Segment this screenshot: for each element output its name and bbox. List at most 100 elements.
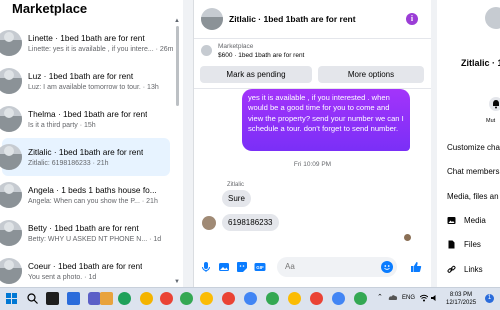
conversation-preview: Linette: yes it is available , if you in… (28, 46, 174, 53)
chrome-icon[interactable] (354, 292, 367, 305)
chat-avatar[interactable] (201, 8, 223, 30)
chrome-icon[interactable] (160, 292, 173, 305)
chrome-icon[interactable] (140, 292, 153, 305)
chat-members-item[interactable]: Chat members (447, 167, 499, 176)
notification-badge[interactable]: 1 (485, 294, 494, 303)
listing-label: Marketplace (218, 43, 254, 50)
sender-name: Zitlalic (227, 182, 245, 188)
conversation-scrollbar[interactable] (176, 26, 179, 106)
message-input[interactable] (285, 262, 375, 271)
gif-icon[interactable]: GIF (254, 261, 266, 273)
conversation-preview: Betty: WHY U ASKED NT PHONE N... · 1d (28, 236, 162, 243)
files-item[interactable]: Files (464, 240, 481, 249)
mute-label: Mut (486, 118, 496, 124)
bell-icon[interactable] (489, 97, 500, 111)
clock-date: 12/17/2025 (446, 300, 477, 306)
windows-start-icon[interactable] (6, 293, 17, 304)
chrome-icon[interactable] (288, 292, 301, 305)
chat-title[interactable]: Zitlalic · 1bed 1bath are for rent (229, 14, 356, 24)
scroll-up-arrow-icon[interactable]: ▲ (174, 18, 180, 24)
sender-avatar (202, 216, 216, 230)
wifi-icon[interactable] (419, 294, 429, 302)
read-receipt-avatar (404, 234, 411, 241)
scroll-down-arrow-icon[interactable]: ▼ (174, 279, 180, 285)
avatar (0, 106, 22, 132)
contact-name: Zitlalic · 1bed (461, 58, 500, 68)
conversation-name: Angela · 1 beds 1 baths house fo... (28, 185, 157, 195)
message-timestamp: Fri 10:09 PM (293, 161, 332, 168)
conversation-preview: Zitlalic: 6198186233 · 21h (28, 160, 109, 167)
avatar (0, 144, 22, 170)
links-item[interactable]: Links (464, 265, 483, 274)
language-indicator[interactable]: ENG (402, 295, 415, 301)
conversation-item[interactable]: Coeur · 1bed 1bath are for rent You sent… (0, 252, 172, 287)
conversation-name: Coeur · 1bed 1bath are for rent (28, 261, 143, 271)
marketplace-panel: Marketplace ▲ ▼ Linette · 1bed 1bath are… (0, 0, 183, 287)
message-thread: yes it is available , if you interested … (194, 89, 431, 251)
chrome-icon[interactable] (180, 292, 193, 305)
volume-icon[interactable] (431, 294, 439, 302)
info-icon[interactable]: i (406, 13, 418, 25)
listing-subtitle[interactable]: $600 · 1bed 1bath are for rent (218, 52, 304, 59)
avatar (0, 258, 22, 284)
message-composer: GIF (194, 251, 431, 287)
clock-time: 8:03 PM (449, 292, 473, 298)
chat-panel: Zitlalic · 1bed 1bath are for rent i Mar… (193, 0, 431, 287)
sticker-icon[interactable] (236, 261, 248, 273)
conversation-name: Luz · 1bed 1bath are for rent (28, 71, 134, 81)
chrome-icon[interactable] (222, 292, 235, 305)
details-panel: Zitlalic · 1bed Mut Customize cha Chat m… (437, 0, 500, 287)
conversation-name: Betty · 1bed 1bath are for rent (28, 223, 139, 233)
conversation-name: Zitlalic · 1bed 1bath are for rent (28, 147, 144, 157)
widgets-icon[interactable] (67, 292, 80, 305)
avatar (0, 68, 22, 94)
file-icon (447, 240, 456, 249)
outgoing-message[interactable]: yes it is available , if you interested … (242, 89, 410, 151)
chrome-icon[interactable] (310, 292, 323, 305)
chrome-icon[interactable] (244, 292, 257, 305)
conversation-name: Linette · 1bed 1bath are for rent (28, 33, 145, 43)
conversation-item-active[interactable]: Zitlalic · 1bed 1bath are for rent Zitla… (0, 138, 170, 176)
conversation-item[interactable]: Thelma · 1bed 1bath are for rent Is it a… (0, 100, 172, 138)
more-options-button[interactable]: More options (318, 66, 424, 83)
conversation-item[interactable]: Linette · 1bed 1bath are for rent Linett… (0, 24, 174, 62)
chat-header: Zitlalic · 1bed 1bath are for rent i (194, 0, 431, 39)
task-view-icon[interactable] (46, 292, 59, 305)
listing-card: Marketplace $600 · 1bed 1bath are for re… (194, 38, 431, 89)
emoji-icon[interactable] (381, 261, 393, 273)
media-icon (447, 216, 456, 225)
customize-chat-item[interactable]: Customize cha (447, 143, 500, 152)
svg-text:GIF: GIF (256, 265, 264, 270)
conversation-preview: Luz: I am available tomorrow to tour. · … (28, 84, 159, 91)
thumbs-up-icon[interactable] (410, 261, 422, 273)
mark-as-pending-button[interactable]: Mark as pending (200, 66, 312, 83)
media-item[interactable]: Media (464, 216, 486, 225)
contact-avatar (485, 7, 500, 29)
listing-thumbnail[interactable] (201, 45, 212, 56)
media-files-header[interactable]: Media, files an (447, 192, 499, 201)
conversation-preview: Is it a third party · 15h (28, 122, 96, 129)
conversation-preview: You sent a photo. · 1d (28, 274, 97, 281)
avatar (0, 182, 22, 208)
search-icon[interactable] (26, 292, 39, 305)
chrome-icon[interactable] (332, 292, 345, 305)
file-explorer-icon[interactable] (100, 292, 113, 305)
conversation-item[interactable]: Luz · 1bed 1bath are for rent Luz: I am … (0, 62, 172, 100)
microphone-icon[interactable] (200, 261, 212, 273)
chevron-up-icon[interactable]: ⌃ (377, 293, 383, 301)
cloud-icon[interactable] (388, 293, 398, 303)
chrome-icon[interactable] (200, 292, 213, 305)
incoming-message[interactable]: Sure (222, 190, 251, 207)
conversation-item[interactable]: Betty · 1bed 1bath are for rent Betty: W… (0, 214, 172, 252)
edge-icon[interactable] (118, 292, 131, 305)
windows-taskbar: ⌃ ENG 8:03 PM 12/17/2025 1 (0, 287, 500, 310)
message-input-container[interactable] (277, 257, 397, 277)
clock[interactable]: 8:03 PM 12/17/2025 (446, 291, 476, 307)
conversation-item[interactable]: Angela · 1 beds 1 baths house fo... Ange… (0, 176, 172, 214)
marketplace-title: Marketplace (12, 1, 88, 16)
conversation-name: Thelma · 1bed 1bath are for rent (28, 109, 148, 119)
incoming-message[interactable]: 6198186233 (222, 214, 279, 231)
link-icon (447, 265, 456, 274)
chrome-icon[interactable] (266, 292, 279, 305)
photo-icon[interactable] (218, 261, 230, 273)
